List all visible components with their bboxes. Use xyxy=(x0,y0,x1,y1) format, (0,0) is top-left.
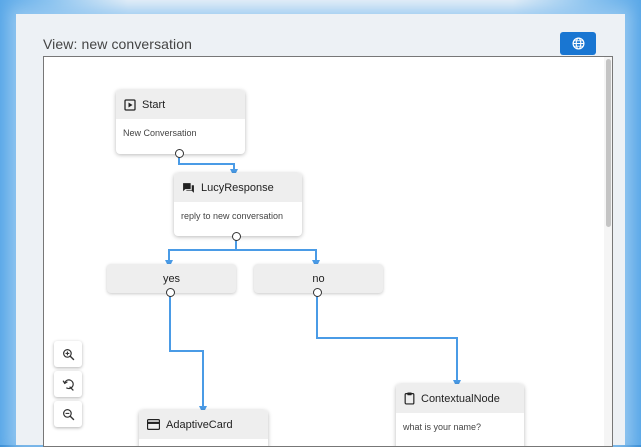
zoom-out-button[interactable] xyxy=(54,401,82,427)
globe-icon xyxy=(571,37,585,50)
zoom-in-icon xyxy=(62,348,74,360)
start-node-header: Start xyxy=(116,90,245,119)
contextual-node[interactable]: ContextualNode what is your name? xyxy=(396,384,524,446)
contextual-node-body: what is your name? xyxy=(403,422,482,432)
flow-canvas[interactable]: Start New Conversation LucyResponse repl… xyxy=(43,56,613,447)
edge-lucy-to-yes xyxy=(165,239,237,268)
card-icon xyxy=(147,419,160,430)
contextual-node-header: ContextualNode xyxy=(396,384,524,413)
chat-icon xyxy=(183,182,194,193)
reset-zoom-button[interactable] xyxy=(54,371,82,397)
zoom-in-button[interactable] xyxy=(54,341,82,367)
no-output-port[interactable] xyxy=(313,288,322,297)
start-output-port[interactable] xyxy=(175,149,184,158)
flow-view-panel: View: new conversation Start New Convers… xyxy=(16,14,625,447)
edge-yes-to-adaptive xyxy=(169,293,207,414)
start-node-title: Start xyxy=(142,98,166,111)
zoom-out-icon xyxy=(62,408,74,420)
clipboard-icon xyxy=(404,392,415,405)
globe-button[interactable] xyxy=(560,32,596,55)
yes-output-port[interactable] xyxy=(166,288,175,297)
adaptive-card-node-header: AdaptiveCard xyxy=(139,410,268,439)
lucy-response-node-body: reply to new conversation xyxy=(181,211,284,221)
lucy-response-node-header: LucyResponse xyxy=(174,173,302,202)
yes-branch-label: yes xyxy=(162,272,181,285)
contextual-node-title: ContextualNode xyxy=(421,392,500,405)
start-node-body: New Conversation xyxy=(123,128,197,138)
edge-no-to-contextual xyxy=(316,293,461,388)
lucy-response-output-port[interactable] xyxy=(232,232,241,241)
lucy-response-node[interactable]: LucyResponse reply to new conversation xyxy=(174,173,302,236)
canvas-scroll-thumb[interactable] xyxy=(606,59,611,227)
lucy-response-node-title: LucyResponse xyxy=(201,181,274,194)
canvas-vertical-scrollbar[interactable] xyxy=(604,57,612,446)
adaptive-card-node-title: AdaptiveCard xyxy=(166,418,233,431)
no-branch-label: no xyxy=(312,272,325,285)
page-title: View: new conversation xyxy=(43,36,193,52)
edge-start-to-lucy xyxy=(178,154,238,177)
start-node[interactable]: Start New Conversation xyxy=(116,90,245,154)
adaptive-card-node[interactable]: AdaptiveCard xyxy=(139,410,268,446)
play-box-icon xyxy=(124,98,136,111)
reset-zoom-icon xyxy=(62,378,74,391)
edge-lucy-to-no xyxy=(235,239,320,268)
